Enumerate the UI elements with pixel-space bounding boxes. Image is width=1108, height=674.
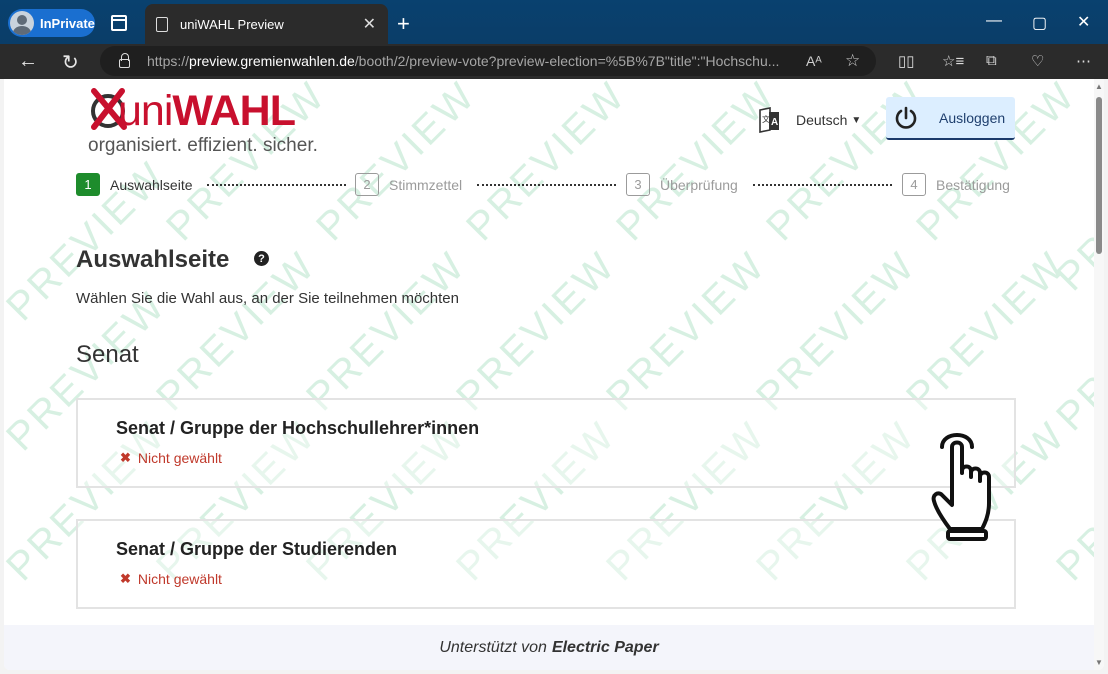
- favorite-star-icon[interactable]: ☆: [845, 51, 860, 71]
- address-toolbar: ← ↻ https://preview.gremienwahlen.de/boo…: [0, 44, 1108, 79]
- back-icon[interactable]: ←: [18, 50, 38, 73]
- scrollbar-thumb[interactable]: [1096, 97, 1102, 254]
- read-aloud-icon[interactable]: Aᴬ: [806, 53, 822, 69]
- tab-actions-icon[interactable]: [111, 15, 127, 31]
- address-bar[interactable]: https://preview.gremienwahlen.de/booth/2…: [100, 46, 876, 76]
- web-page: PREVIEW PREVIEW PREVIEW PREVIEW PREVIEW …: [4, 79, 1104, 670]
- settings-more-icon[interactable]: ⋯: [1076, 52, 1094, 70]
- section-title: Senat: [76, 341, 139, 368]
- title-bar: InPrivate uniWAHL Preview ✕ + — ▢ ✕: [0, 0, 1108, 44]
- language-label: Deutsch: [796, 112, 848, 128]
- profile-avatar-icon: [10, 11, 34, 35]
- scroll-down-icon[interactable]: ▼: [1095, 658, 1103, 667]
- minimize-icon[interactable]: —: [986, 12, 1002, 30]
- caret-down-icon: ▼: [851, 114, 862, 126]
- browser-window: InPrivate uniWAHL Preview ✕ + — ▢ ✕ ← ↻ …: [0, 0, 1108, 674]
- step-label: Bestätigung: [936, 176, 1010, 193]
- tab-title: uniWAHL Preview: [180, 16, 284, 32]
- svg-text:文: 文: [762, 114, 770, 124]
- step-label: Überprüfung: [660, 176, 738, 193]
- scroll-up-icon[interactable]: ▲: [1095, 82, 1103, 91]
- split-screen-icon[interactable]: ▯▯: [898, 52, 916, 70]
- hand-pointer-cursor-icon: [931, 433, 991, 541]
- tab-close-icon[interactable]: ✕: [363, 14, 376, 34]
- step-1: 1 Auswahlseite: [76, 173, 193, 196]
- election-card-hochschullehrer[interactable]: Senat / Gruppe der Hochschullehrer*innen…: [76, 398, 1016, 488]
- election-title: Senat / Gruppe der Hochschullehrer*innen: [116, 418, 480, 438]
- power-icon: [895, 106, 917, 129]
- lock-icon[interactable]: [119, 52, 130, 68]
- language-selector[interactable]: A 文 Deutsch ▼: [758, 107, 861, 133]
- page-title: Auswahlseite: [76, 246, 230, 273]
- step-4: 4 Bestätigung: [902, 173, 1010, 196]
- step-3: 3 Überprüfung: [626, 173, 738, 196]
- step-connector: [477, 184, 616, 186]
- page-scrollbar[interactable]: ▲ ▼: [1094, 79, 1104, 670]
- logout-button[interactable]: Ausloggen: [886, 97, 1015, 140]
- collections-icon[interactable]: ⧉: [986, 52, 1004, 70]
- step-number: 1: [76, 173, 100, 196]
- cross-icon: ✖: [120, 450, 131, 465]
- step-number: 2: [355, 173, 379, 196]
- step-connector: [207, 184, 346, 186]
- refresh-icon[interactable]: ↻: [62, 50, 79, 75]
- page-subtitle: Wählen Sie die Wahl aus, an der Sie teil…: [76, 290, 459, 307]
- cross-icon: ✖: [120, 571, 131, 586]
- election-status: ✖ Nicht gewählt: [120, 450, 222, 466]
- brand-tagline: organisiert. effizient. sicher.: [88, 135, 318, 156]
- footer-company[interactable]: Electric Paper: [552, 639, 659, 657]
- step-label: Stimmzettel: [389, 176, 463, 193]
- page-favicon-icon: [156, 16, 168, 32]
- status-text: Nicht gewählt: [137, 450, 222, 466]
- election-status: ✖ Nicht gewählt: [120, 571, 222, 587]
- step-2: 2 Stimmzettel: [355, 173, 462, 196]
- status-text: Nicht gewählt: [137, 571, 222, 587]
- election-title: Senat / Gruppe der Studierenden: [116, 539, 398, 559]
- step-label: Auswahlseite: [110, 176, 193, 193]
- election-card-studierende[interactable]: Senat / Gruppe der Studierenden ✖ Nicht …: [76, 519, 1016, 609]
- inprivate-label: InPrivate: [40, 15, 95, 31]
- step-number: 4: [902, 173, 926, 196]
- favorites-icon[interactable]: ☆≡: [942, 52, 964, 70]
- step-number: 3: [626, 173, 650, 196]
- inprivate-badge[interactable]: InPrivate: [8, 9, 95, 37]
- new-tab-icon[interactable]: +: [397, 11, 410, 37]
- help-icon[interactable]: ?: [254, 251, 269, 266]
- logout-label: Ausloggen: [939, 109, 1006, 126]
- brand-name: uniWAHL: [118, 87, 296, 135]
- browser-tab[interactable]: uniWAHL Preview ✕: [145, 4, 388, 44]
- page-footer: Unterstützt von Electric Paper: [4, 625, 1094, 670]
- url-text[interactable]: https://preview.gremienwahlen.de/booth/2…: [147, 53, 787, 69]
- footer-prefix: Unterstützt von: [439, 638, 547, 656]
- browser-essentials-icon[interactable]: ♡: [1031, 52, 1049, 70]
- translate-icon: A 文: [759, 107, 779, 133]
- progress-steps: 1 Auswahlseite 2 Stimmzettel 3 Überprüfu…: [76, 173, 1016, 199]
- step-connector: [753, 184, 892, 186]
- window-close-icon[interactable]: ✕: [1077, 12, 1090, 32]
- maximize-icon[interactable]: ▢: [1032, 13, 1047, 33]
- svg-text:A: A: [771, 117, 778, 128]
